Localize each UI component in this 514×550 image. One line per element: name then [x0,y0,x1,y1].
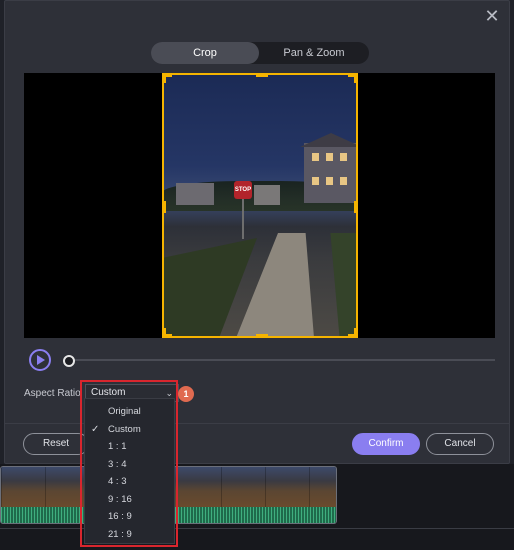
crop-handle-bottom[interactable] [256,334,268,338]
cancel-button[interactable]: Cancel [426,433,494,455]
footer-divider [5,423,509,424]
option-label: 1 : 1 [108,441,127,452]
confirm-button[interactable]: Confirm [352,433,420,455]
option-label: 9 : 16 [108,493,132,505]
crop-handle-right[interactable] [354,201,358,213]
option-label: 16 : 9 [108,511,132,522]
tab-crop[interactable]: Crop [151,42,259,64]
close-icon[interactable]: ✕ [483,7,501,25]
option-original[interactable]: Original [85,403,174,421]
reset-button[interactable]: Reset [23,433,89,455]
option-21-9[interactable]: 21 : 9 [85,526,174,544]
aspect-ratio-dropdown: Original ✓ Custom 1 : 1 3 : 4 4 : 3 9 : 1… [84,398,175,544]
play-icon[interactable] [29,349,51,371]
crop-handle-left[interactable] [162,201,166,213]
crop-handle-top-right-v [354,73,358,83]
crop-handle-bottom-left-v [162,328,166,338]
crop-dialog: ✕ Crop Pan & Zoom STOP Aspect Ratio Cust… [4,0,510,464]
option-label: 21 : 9 [108,528,132,540]
option-4-3[interactable]: 4 : 3 [85,473,174,491]
option-label: 4 : 3 [108,476,127,487]
crop-handle-top-left-v [162,73,166,83]
option-custom[interactable]: ✓ Custom [85,421,174,439]
aspect-ratio-label: Aspect Ratio [24,388,81,399]
mode-tabs: Crop Pan & Zoom [151,42,369,64]
annotation-badge: 1 [178,386,194,402]
option-label: 3 : 4 [108,458,127,470]
tab-pan-zoom[interactable]: Pan & Zoom [259,42,369,64]
crop-frame[interactable] [162,73,358,338]
crop-handle-top[interactable] [256,73,268,77]
option-3-4[interactable]: 3 : 4 [85,456,174,474]
video-preview: STOP [24,73,495,338]
check-icon: ✓ [91,423,100,435]
option-1-1[interactable]: 1 : 1 [85,438,174,456]
option-label: Original [108,406,141,417]
crop-handle-bottom-right-v [354,328,358,338]
scrubber-knob[interactable] [63,355,75,367]
option-9-16[interactable]: 9 : 16 [85,491,174,509]
playback-scrubber[interactable] [67,359,495,361]
aspect-ratio-selected: Custom [91,387,126,398]
option-label: Custom [108,423,141,435]
timeline-divider [0,528,514,529]
option-16-9[interactable]: 16 : 9 [85,508,174,526]
